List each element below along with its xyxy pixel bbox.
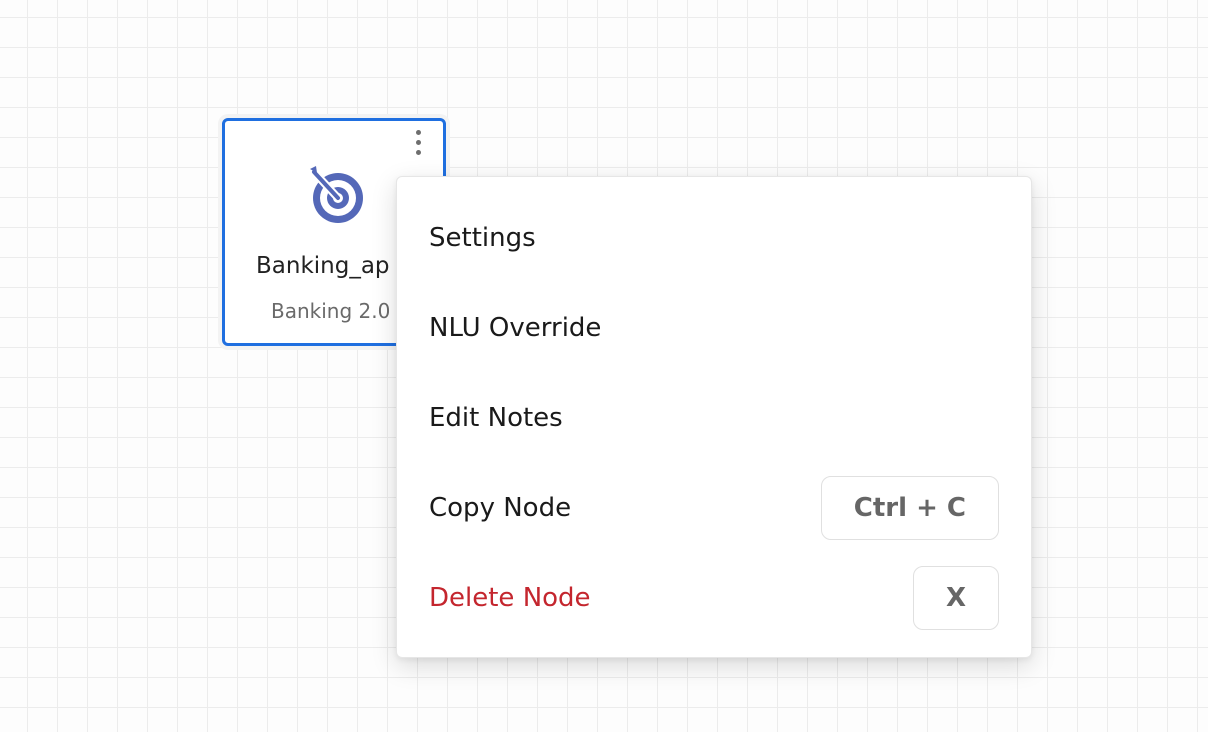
shortcut-badge: Ctrl + C <box>820 476 999 540</box>
menu-item-label: Edit Notes <box>429 403 563 433</box>
menu-item-label: Delete Node <box>429 583 591 613</box>
menu-item-edit-notes[interactable]: Edit Notes <box>397 373 1031 463</box>
menu-item-label: Settings <box>429 223 536 253</box>
target-icon <box>310 166 363 223</box>
menu-item-nlu-override[interactable]: NLU Override <box>397 283 1031 373</box>
menu-item-copy-node[interactable]: Copy Node Ctrl + C <box>397 463 1031 553</box>
menu-item-label: NLU Override <box>429 313 602 343</box>
menu-item-label: Copy Node <box>429 493 572 523</box>
menu-item-delete-node[interactable]: Delete Node X <box>397 553 1031 643</box>
more-vertical-icon[interactable] <box>413 129 425 157</box>
shortcut-badge: X <box>912 566 999 630</box>
menu-item-settings[interactable]: Settings <box>397 193 1031 283</box>
node-context-menu: Settings NLU Override Edit Notes Copy No… <box>396 176 1032 658</box>
